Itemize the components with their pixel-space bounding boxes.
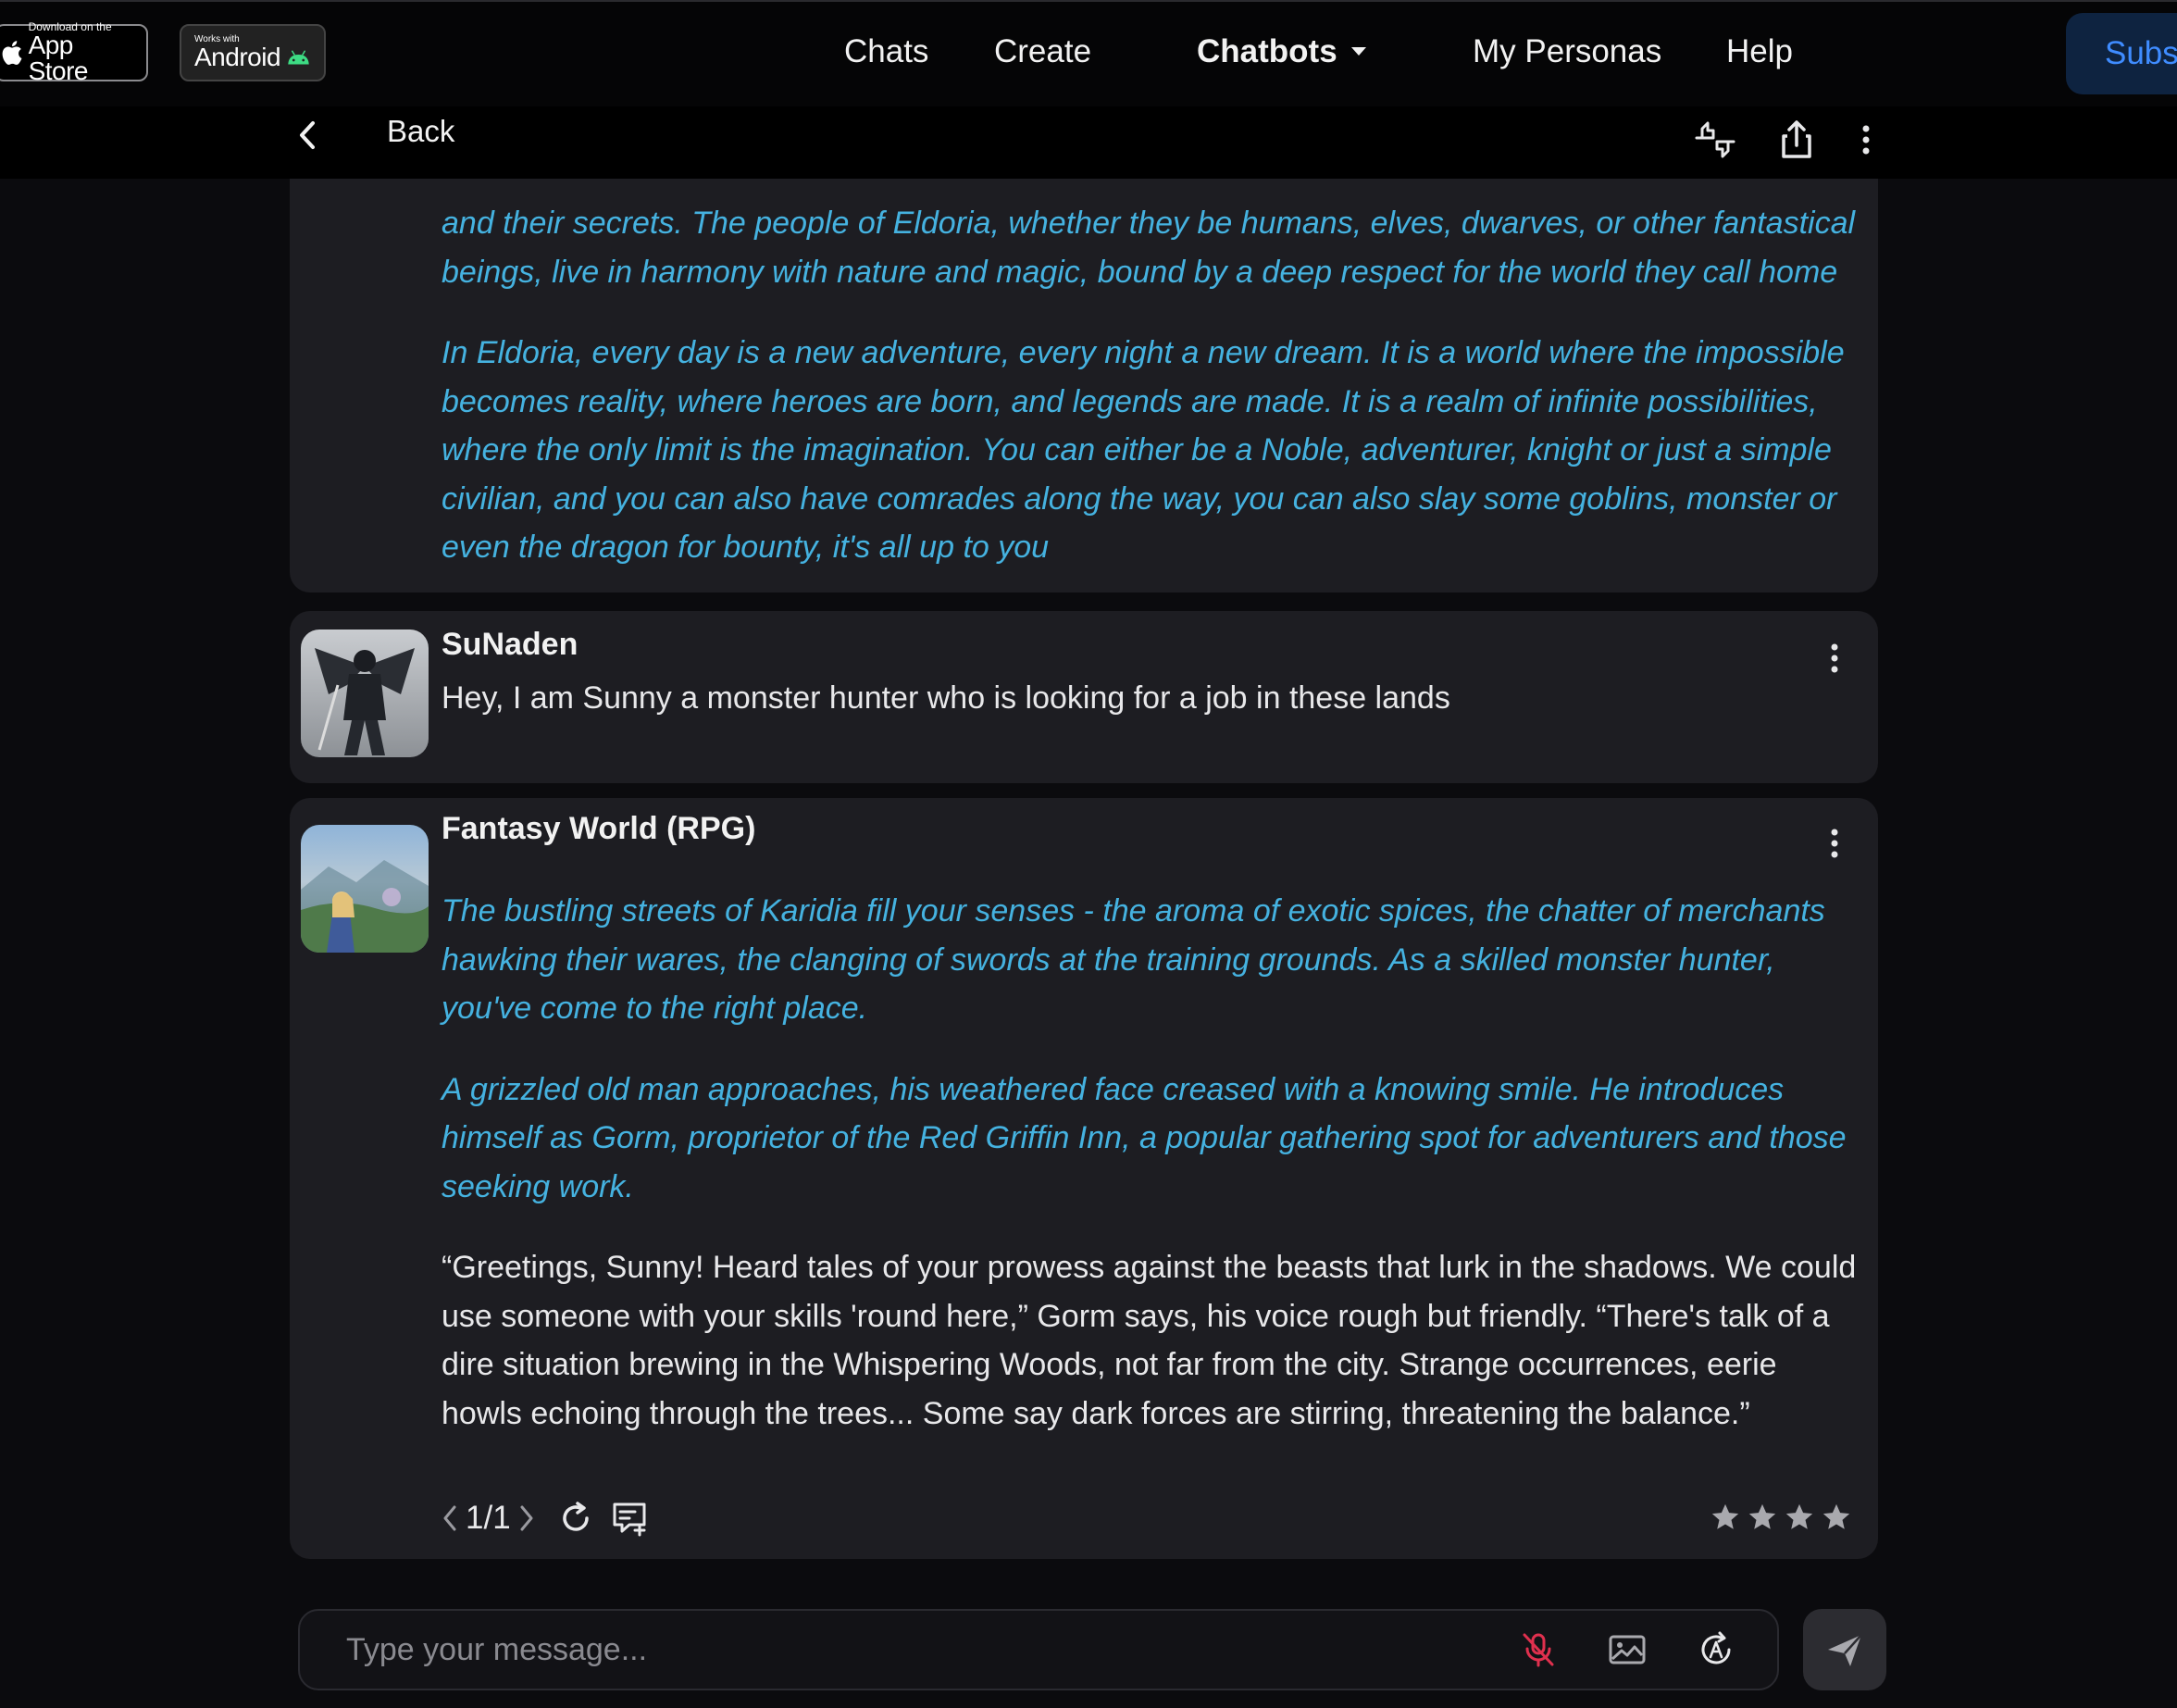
user-message-more-icon[interactable]: [1828, 642, 1841, 674]
top-navigation: Download on the App Store Works with And…: [0, 0, 2177, 106]
send-button[interactable]: [1803, 1609, 1886, 1690]
nav-personas-label: My Personas: [1473, 33, 1662, 69]
intro-paragraph-1: and their secrets. The people of Eldoria…: [442, 206, 1856, 290]
thumbs-icon[interactable]: [1693, 118, 1737, 162]
user-message: SuNaden Hey, I am Sunny a monster hunter…: [290, 611, 1878, 783]
caret-down-icon: [1350, 47, 1366, 56]
nav-chatbots-label: Chatbots: [1197, 33, 1337, 69]
android-badge-text: Works with Android: [194, 35, 281, 71]
app-store-big-text: App Store: [28, 31, 89, 85]
nav-help-label: Help: [1726, 33, 1793, 69]
star-icon[interactable]: [1821, 1502, 1852, 1533]
auto-reply-icon[interactable]: [1696, 1629, 1736, 1670]
bot-sender-name: Fantasy World (RPG): [442, 811, 756, 846]
nav-chatbots-dropdown[interactable]: Chatbots: [1197, 33, 1367, 70]
back-chevron-icon[interactable]: [294, 119, 322, 151]
bot-paragraph-1: The bustling streets of Karidia fill you…: [442, 893, 1825, 1026]
chat-header-bar: Back: [0, 106, 2177, 179]
android-big-text: Android: [194, 43, 281, 71]
intro-message: and their secrets. The people of Eldoria…: [290, 179, 1878, 592]
bot-paragraph-3: “Greetings, Sunny! Heard tales of your p…: [442, 1250, 1857, 1431]
send-icon: [1828, 1634, 1862, 1666]
subscribe-button[interactable]: Subs: [2066, 13, 2177, 94]
nav-create[interactable]: Create: [994, 33, 1091, 70]
bot-message-controls: 1/1: [442, 1500, 648, 1537]
star-rating: [1710, 1502, 1852, 1533]
message-composer: [298, 1609, 1779, 1690]
bot-paragraph-2: A grizzled old man approaches, his weath…: [442, 1071, 1847, 1204]
back-button[interactable]: Back: [387, 114, 454, 149]
message-input[interactable]: [300, 1611, 1392, 1689]
apple-icon: [2, 41, 22, 65]
share-icon[interactable]: [1774, 118, 1819, 162]
star-icon[interactable]: [1710, 1502, 1741, 1533]
user-message-body: Hey, I am Sunny a monster hunter who is …: [442, 674, 1858, 723]
android-icon: [288, 50, 309, 65]
user-avatar-image: [301, 630, 429, 757]
bot-message: Fantasy World (RPG) The bustling streets…: [290, 798, 1878, 1559]
android-badge[interactable]: Works with Android: [180, 24, 326, 81]
nav-create-label: Create: [994, 33, 1092, 69]
user-message-text: Hey, I am Sunny a monster hunter who is …: [442, 680, 1450, 716]
add-comment-icon[interactable]: [611, 1500, 648, 1537]
app-store-badge-text: Download on the App Store: [29, 21, 133, 84]
previous-reply-icon[interactable]: [442, 1503, 458, 1533]
bot-message-body: The bustling streets of Karidia fill you…: [442, 887, 1858, 1470]
bot-avatar-image: [301, 825, 429, 953]
nav-help[interactable]: Help: [1726, 33, 1793, 70]
reply-counter: 1/1: [466, 1500, 511, 1536]
subscribe-label: Subs: [2105, 35, 2177, 71]
nav-chats-label: Chats: [844, 33, 929, 69]
nav-my-personas[interactable]: My Personas: [1473, 33, 1661, 70]
more-vertical-icon[interactable]: [1844, 118, 1888, 162]
user-sender-name: SuNaden: [442, 627, 578, 662]
app-store-badge[interactable]: Download on the App Store: [0, 21, 148, 84]
intro-message-body: and their secrets. The people of Eldoria…: [442, 199, 1858, 605]
image-upload-icon[interactable]: [1607, 1629, 1648, 1670]
bot-avatar[interactable]: [301, 825, 429, 953]
mic-off-icon[interactable]: [1518, 1629, 1559, 1670]
nav-chats[interactable]: Chats: [844, 33, 928, 70]
star-icon[interactable]: [1747, 1502, 1778, 1533]
intro-paragraph-2: In Eldoria, every day is a new adventure…: [442, 335, 1845, 565]
next-reply-icon[interactable]: [518, 1503, 535, 1533]
bot-message-more-icon[interactable]: [1828, 828, 1841, 859]
regenerate-icon[interactable]: [557, 1500, 594, 1537]
chat-messages: and their secrets. The people of Eldoria…: [0, 179, 2177, 1597]
star-icon[interactable]: [1784, 1502, 1815, 1533]
user-avatar[interactable]: [301, 630, 429, 757]
